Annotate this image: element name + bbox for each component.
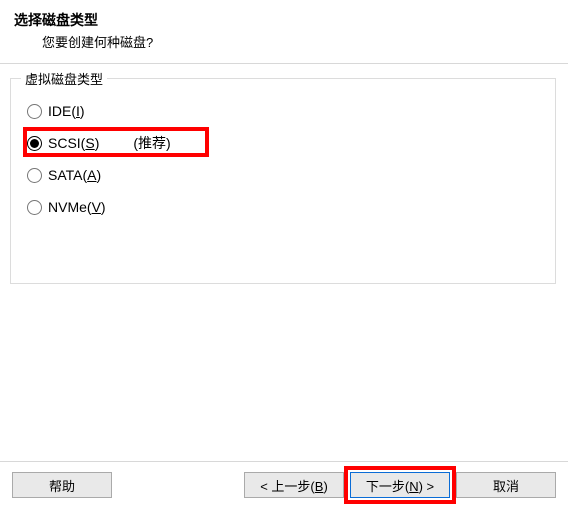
radio-ide-label: IDE(I) [48, 103, 85, 119]
help-button[interactable]: 帮助 [12, 472, 112, 498]
wizard-footer: 帮助 < 上一步(B) 下一步(N) > 取消 [0, 461, 568, 512]
cancel-button[interactable]: 取消 [456, 472, 556, 498]
back-button[interactable]: < 上一步(B) [244, 472, 344, 498]
radio-option-ide[interactable]: IDE(I) [23, 95, 543, 127]
radio-option-sata[interactable]: SATA(A) [23, 159, 543, 191]
radio-option-scsi[interactable]: SCSI(S) (推荐) [23, 127, 543, 159]
group-label: 虚拟磁盘类型 [21, 69, 107, 88]
radio-scsi-suffix: (推荐) [133, 133, 170, 153]
page-title: 选择磁盘类型 [14, 10, 554, 30]
radio-sata-label: SATA(A) [48, 167, 101, 183]
radio-option-nvme[interactable]: NVMe(V) [23, 191, 543, 223]
radio-scsi[interactable] [27, 136, 42, 151]
next-button[interactable]: 下一步(N) > [350, 472, 450, 498]
radio-nvme-label: NVMe(V) [48, 199, 106, 215]
wizard-header: 选择磁盘类型 您要创建何种磁盘? [0, 0, 568, 57]
radio-nvme[interactable] [27, 200, 42, 215]
radio-scsi-label: SCSI(S) [48, 135, 99, 151]
disk-type-group: 虚拟磁盘类型 IDE(I) SCSI(S) (推荐) SATA(A) NVMe(… [10, 78, 556, 284]
radio-sata[interactable] [27, 168, 42, 183]
radio-ide[interactable] [27, 104, 42, 119]
page-subtitle: 您要创建何种磁盘? [14, 32, 554, 51]
